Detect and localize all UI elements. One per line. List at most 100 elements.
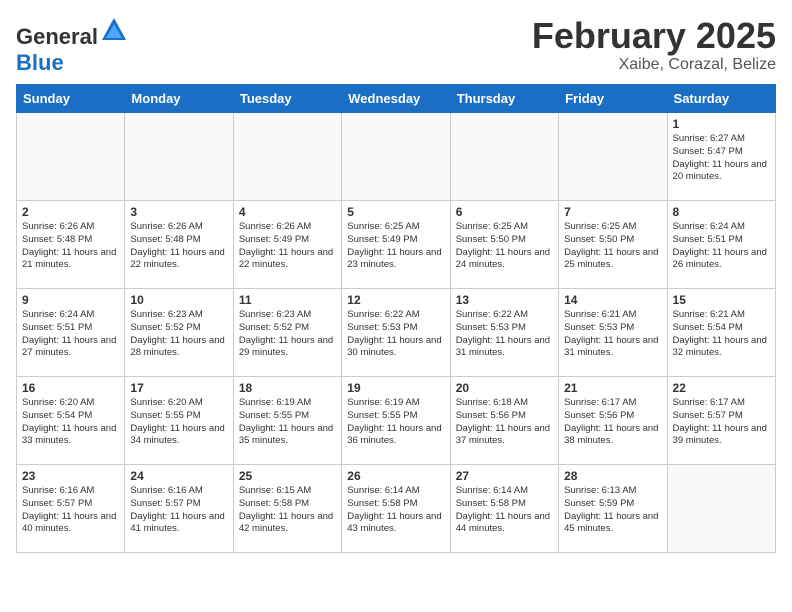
day-info: Sunrise: 6:23 AM Sunset: 5:52 PM Dayligh… [239,309,336,360]
calendar-cell: 24Sunrise: 6:16 AM Sunset: 5:57 PM Dayli… [125,465,233,553]
logo-icon [100,16,128,44]
calendar-table: SundayMondayTuesdayWednesdayThursdayFrid… [16,84,776,553]
day-number: 8 [673,205,770,219]
calendar-week-row: 1Sunrise: 6:27 AM Sunset: 5:47 PM Daylig… [17,113,776,201]
calendar-title: February 2025 [532,16,776,56]
calendar-cell [125,113,233,201]
day-info: Sunrise: 6:15 AM Sunset: 5:58 PM Dayligh… [239,485,336,536]
day-info: Sunrise: 6:21 AM Sunset: 5:54 PM Dayligh… [673,309,770,360]
day-info: Sunrise: 6:17 AM Sunset: 5:56 PM Dayligh… [564,397,661,448]
day-number: 5 [347,205,444,219]
day-number: 9 [22,293,119,307]
day-header-sunday: Sunday [17,85,125,113]
calendar-cell: 5 Sunrise: 6:25 AM Sunset: 5:49 PM Daylig… [342,201,450,289]
calendar-cell: 23Sunrise: 6:16 AM Sunset: 5:57 PM Dayli… [17,465,125,553]
calendar-cell: 1Sunrise: 6:27 AM Sunset: 5:47 PM Daylig… [667,113,775,201]
day-number: 13 [456,293,553,307]
calendar-header-row: SundayMondayTuesdayWednesdayThursdayFrid… [17,85,776,113]
day-number: 11 [239,293,336,307]
day-info: Sunrise: 6:19 AM Sunset: 5:55 PM Dayligh… [347,397,444,448]
calendar-cell: 8 Sunrise: 6:24 AM Sunset: 5:51 PM Daylig… [667,201,775,289]
day-info: Sunrise: 6:20 AM Sunset: 5:55 PM Dayligh… [130,397,227,448]
day-info: Sunrise: 6:22 AM Sunset: 5:53 PM Dayligh… [456,309,553,360]
day-number: 3 [130,205,227,219]
day-info: Sunrise: 6:26 AM Sunset: 5:49 PM Dayligh… [239,221,336,272]
calendar-cell [450,113,558,201]
day-number: 26 [347,469,444,483]
day-info: Sunrise: 6:16 AM Sunset: 5:57 PM Dayligh… [130,485,227,536]
calendar-cell: 3 Sunrise: 6:26 AM Sunset: 5:48 PM Daylig… [125,201,233,289]
day-info: Sunrise: 6:25 AM Sunset: 5:49 PM Dayligh… [347,221,444,272]
calendar-cell: 20Sunrise: 6:18 AM Sunset: 5:56 PM Dayli… [450,377,558,465]
day-number: 28 [564,469,661,483]
day-number: 10 [130,293,227,307]
calendar-week-row: 23 Sunrise: 6:16 AM Sunset: 5:57 PM Dayli… [17,465,776,553]
calendar-cell: 6 Sunrise: 6:25 AM Sunset: 5:50 PM Daylig… [450,201,558,289]
day-info: Sunrise: 6:26 AM Sunset: 5:48 PM Dayligh… [130,221,227,272]
day-info: Sunrise: 6:20 AM Sunset: 5:54 PM Dayligh… [22,397,119,448]
title-block: February 2025 Xaibe, Corazal, Belize [532,16,776,74]
calendar-cell: 7 Sunrise: 6:25 AM Sunset: 5:50 PM Daylig… [559,201,667,289]
calendar-cell: 9 Sunrise: 6:24 AM Sunset: 5:51 PM Daylig… [17,289,125,377]
day-number: 27 [456,469,553,483]
day-info: Sunrise: 6:25 AM Sunset: 5:50 PM Dayligh… [456,221,553,272]
calendar-cell: 14 Sunrise: 6:21 AM Sunset: 5:53 PM Dayli… [559,289,667,377]
day-number: 2 [22,205,119,219]
day-info: Sunrise: 6:24 AM Sunset: 5:51 PM Dayligh… [673,221,770,272]
calendar-cell [233,113,341,201]
calendar-subtitle: Xaibe, Corazal, Belize [532,56,776,74]
calendar-cell: 22 Sunrise: 6:17 AM Sunset: 5:57 PM Dayli… [667,377,775,465]
calendar-cell: 15Sunrise: 6:21 AM Sunset: 5:54 PM Dayli… [667,289,775,377]
day-number: 6 [456,205,553,219]
day-number: 16 [22,381,119,395]
day-info: Sunrise: 6:19 AM Sunset: 5:55 PM Dayligh… [239,397,336,448]
page-header: General Blue February 2025 Xaibe, Coraza… [16,16,776,76]
day-number: 22 [673,381,770,395]
day-number: 23 [22,469,119,483]
calendar-cell: 2 Sunrise: 6:26 AM Sunset: 5:48 PM Daylig… [17,201,125,289]
day-header-friday: Friday [559,85,667,113]
logo: General Blue [16,16,128,76]
day-number: 7 [564,205,661,219]
calendar-week-row: 2 Sunrise: 6:26 AM Sunset: 5:48 PM Daylig… [17,201,776,289]
calendar-cell: 10Sunrise: 6:23 AM Sunset: 5:52 PM Dayli… [125,289,233,377]
day-info: Sunrise: 6:17 AM Sunset: 5:57 PM Dayligh… [673,397,770,448]
calendar-cell [667,465,775,553]
day-number: 25 [239,469,336,483]
day-number: 17 [130,381,227,395]
calendar-cell: 28Sunrise: 6:13 AM Sunset: 5:59 PM Dayli… [559,465,667,553]
day-info: Sunrise: 6:25 AM Sunset: 5:50 PM Dayligh… [564,221,661,272]
day-info: Sunrise: 6:14 AM Sunset: 5:58 PM Dayligh… [456,485,553,536]
calendar-cell: 25 Sunrise: 6:15 AM Sunset: 5:58 PM Dayli… [233,465,341,553]
calendar-cell: 27 Sunrise: 6:14 AM Sunset: 5:58 PM Dayli… [450,465,558,553]
calendar-cell [17,113,125,201]
day-info: Sunrise: 6:26 AM Sunset: 5:48 PM Dayligh… [22,221,119,272]
calendar-cell: 4 Sunrise: 6:26 AM Sunset: 5:49 PM Daylig… [233,201,341,289]
calendar-cell: 13 Sunrise: 6:22 AM Sunset: 5:53 PM Dayli… [450,289,558,377]
day-header-tuesday: Tuesday [233,85,341,113]
day-info: Sunrise: 6:14 AM Sunset: 5:58 PM Dayligh… [347,485,444,536]
calendar-cell: 21 Sunrise: 6:17 AM Sunset: 5:56 PM Dayli… [559,377,667,465]
calendar-cell: 26 Sunrise: 6:14 AM Sunset: 5:58 PM Dayli… [342,465,450,553]
day-info: Sunrise: 6:27 AM Sunset: 5:47 PM Dayligh… [673,133,770,184]
calendar-cell: 19 Sunrise: 6:19 AM Sunset: 5:55 PM Dayli… [342,377,450,465]
calendar-week-row: 9 Sunrise: 6:24 AM Sunset: 5:51 PM Daylig… [17,289,776,377]
day-header-saturday: Saturday [667,85,775,113]
day-info: Sunrise: 6:18 AM Sunset: 5:56 PM Dayligh… [456,397,553,448]
calendar-cell [342,113,450,201]
logo-general: General [16,24,98,49]
logo-text: General Blue [16,16,128,76]
day-number: 14 [564,293,661,307]
calendar-cell: 11 Sunrise: 6:23 AM Sunset: 5:52 PM Dayli… [233,289,341,377]
day-number: 4 [239,205,336,219]
day-header-thursday: Thursday [450,85,558,113]
day-info: Sunrise: 6:21 AM Sunset: 5:53 PM Dayligh… [564,309,661,360]
day-header-wednesday: Wednesday [342,85,450,113]
day-number: 21 [564,381,661,395]
day-number: 19 [347,381,444,395]
calendar-cell: 17 Sunrise: 6:20 AM Sunset: 5:55 PM Dayli… [125,377,233,465]
day-number: 18 [239,381,336,395]
day-header-monday: Monday [125,85,233,113]
day-info: Sunrise: 6:24 AM Sunset: 5:51 PM Dayligh… [22,309,119,360]
calendar-cell [559,113,667,201]
